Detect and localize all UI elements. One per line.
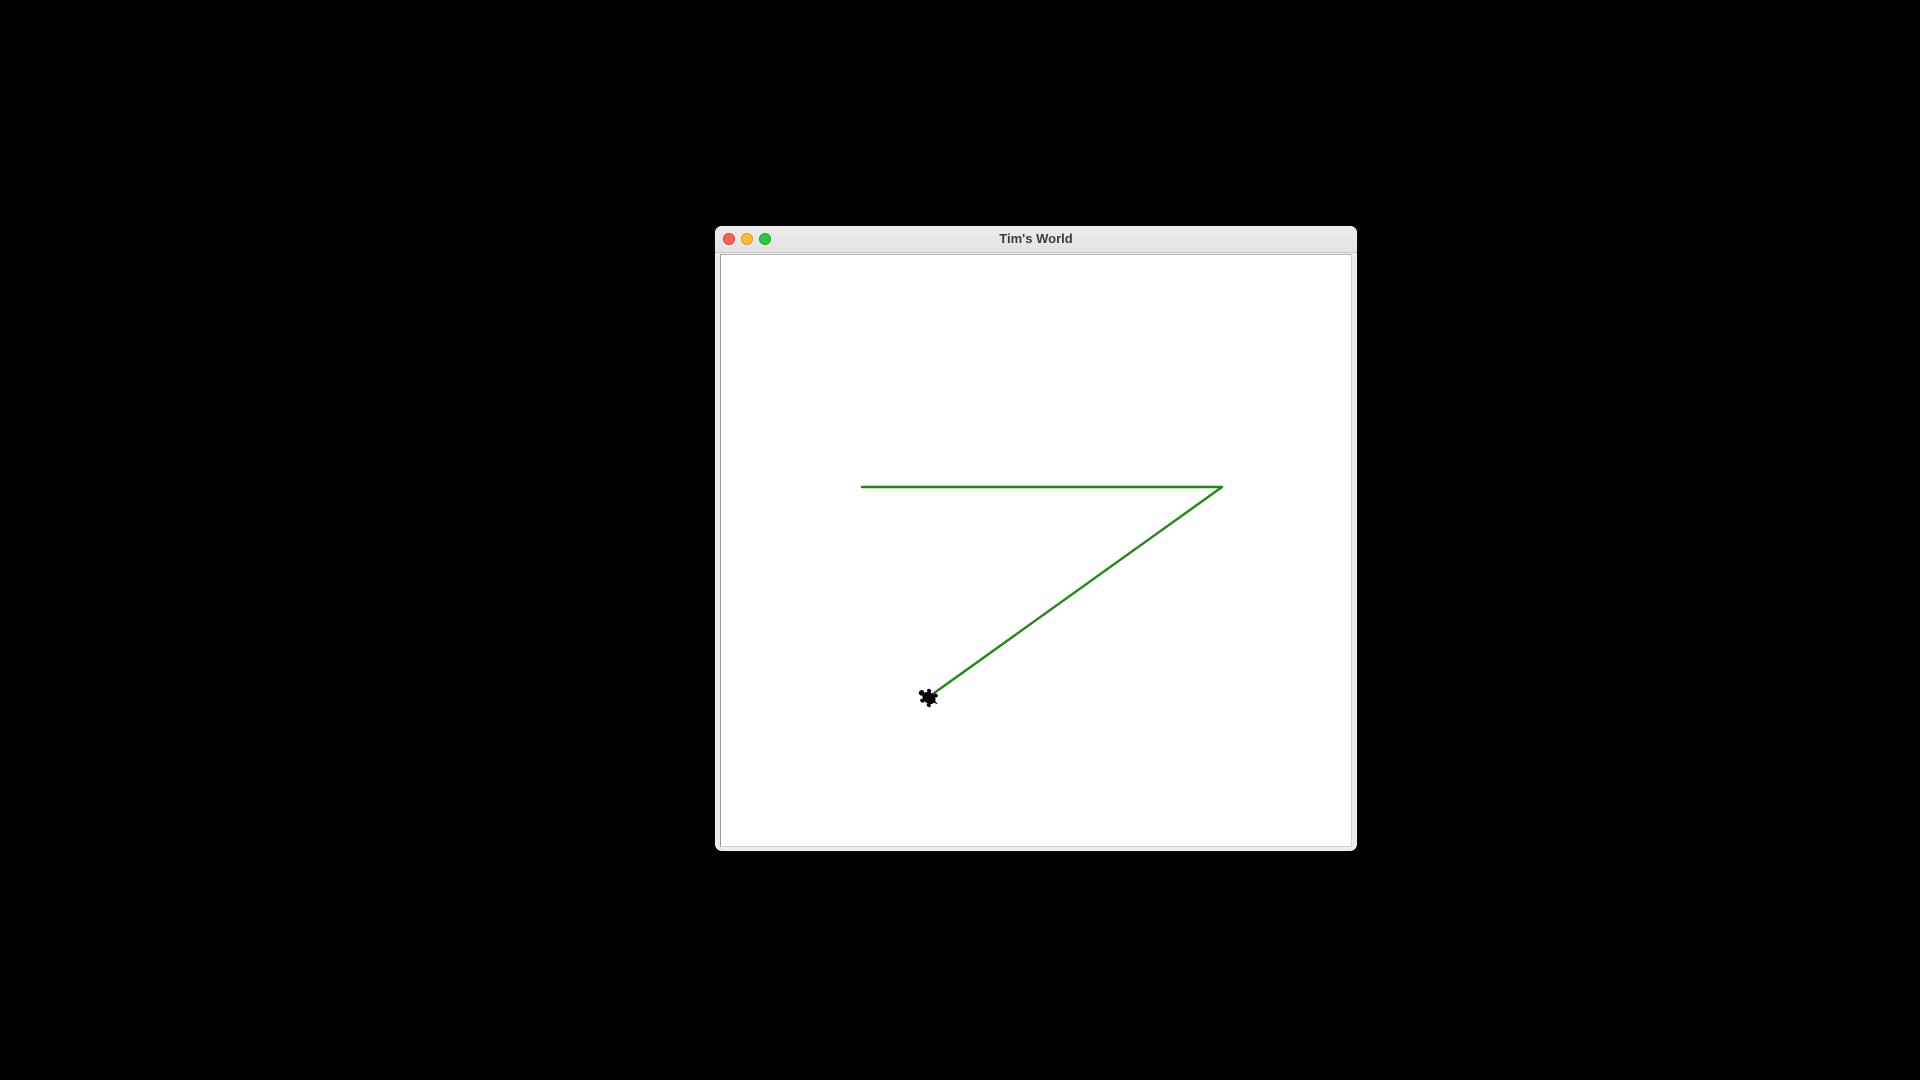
- canvas-svg: [860, 485, 1224, 708]
- window-title: Tim's World: [999, 231, 1073, 246]
- turtle-graphics-window: Tim's World: [715, 226, 1357, 851]
- title-bar[interactable]: Tim's World: [715, 226, 1357, 253]
- drawing-canvas[interactable]: [720, 254, 1352, 847]
- drawn-line-diagonal: [928, 485, 1224, 698]
